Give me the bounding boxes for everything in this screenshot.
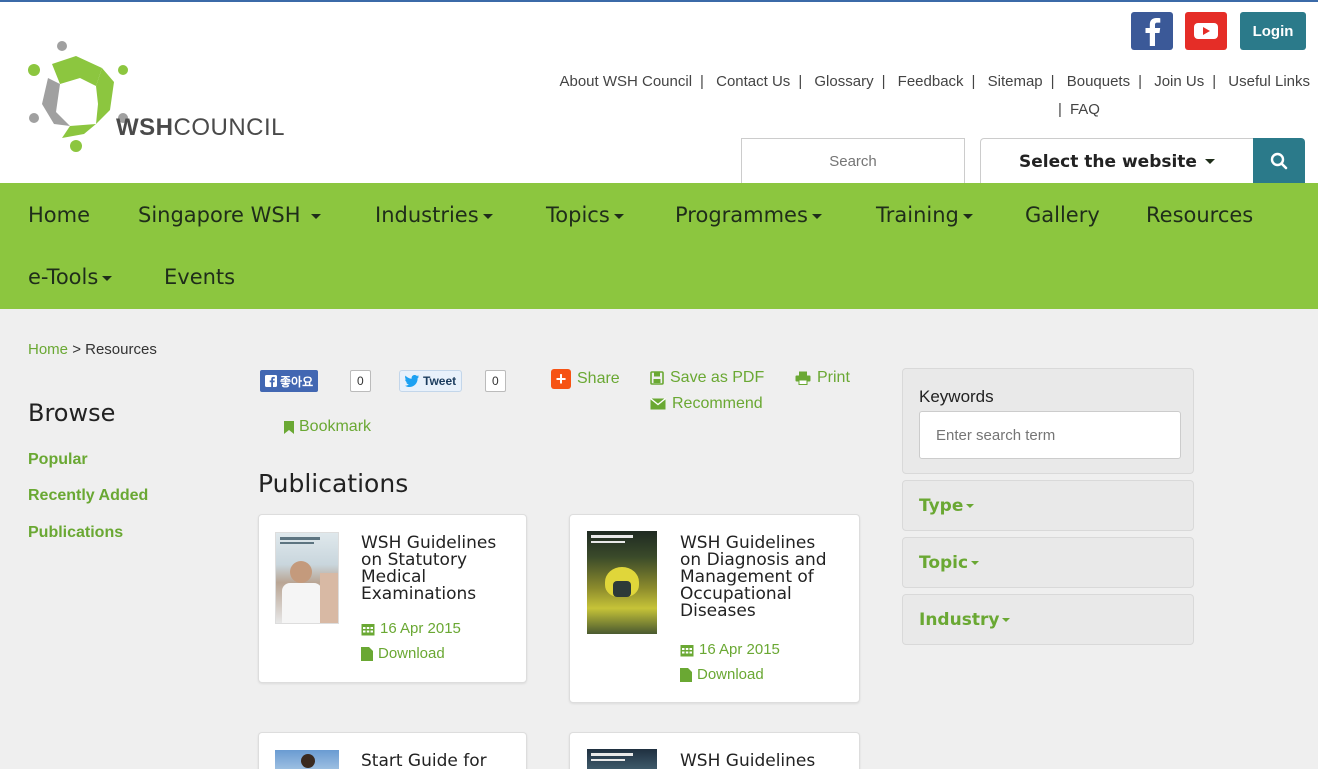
search-button[interactable]	[1253, 138, 1305, 184]
industry-filter-label: Industry	[919, 610, 1011, 630]
chevron-down-icon	[311, 213, 322, 219]
keywords-filter: Keywords	[902, 368, 1194, 474]
nav-industries[interactable]: Industries	[375, 203, 493, 227]
bookmark-link[interactable]: Bookmark	[284, 418, 371, 436]
publication-title[interactable]: WSH Guidelines on Statutory Medical Exam…	[361, 535, 496, 603]
browse-heading: Browse	[28, 399, 116, 427]
keywords-label: Keywords	[919, 387, 994, 406]
utility-links: About WSH Council | Contact Us | Glossary |…	[559, 73, 1310, 118]
logo-text: WSHCOUNCIL	[116, 114, 286, 141]
type-filter-label: Type	[919, 496, 975, 516]
chevron-down-icon	[1002, 618, 1011, 622]
chevron-down-icon	[962, 213, 973, 219]
browse-link-publications[interactable]: Publications	[28, 524, 123, 542]
publication-title[interactable]: WSH Guidelines	[680, 753, 815, 769]
link-useful-links[interactable]: Useful Links	[1228, 73, 1310, 90]
publication-cover-image	[587, 749, 657, 769]
link-about-wsh-council[interactable]: About WSH Council	[559, 73, 692, 90]
browse-link-popular[interactable]: Popular	[28, 451, 88, 469]
industry-filter[interactable]: Industry	[902, 594, 1194, 645]
nav-resources[interactable]: Resources	[1146, 203, 1253, 227]
publication-cover-image	[587, 531, 657, 634]
chevron-down-icon	[966, 504, 975, 508]
floppy-disk-icon	[650, 371, 664, 385]
main-navigation: Home Singapore WSH Industries Topics Pro…	[0, 183, 1318, 309]
plus-icon: +	[551, 369, 571, 389]
nav-training[interactable]: Training	[876, 203, 973, 227]
link-bouquets[interactable]: Bouquets	[1067, 73, 1130, 90]
topic-filter-label: Topic	[919, 553, 980, 573]
link-faq[interactable]: FAQ	[1070, 101, 1100, 118]
publication-date: 16 Apr 2015	[361, 620, 461, 637]
save-as-pdf-link[interactable]: Save as PDF	[650, 369, 764, 387]
publication-title[interactable]: WSH Guidelines on Diagnosis and Manageme…	[680, 535, 827, 620]
type-filter[interactable]: Type	[902, 480, 1194, 531]
publications-heading: Publications	[258, 469, 409, 498]
nav-events[interactable]: Events	[164, 265, 235, 289]
publication-cover-image	[275, 750, 339, 769]
link-glossary[interactable]: Glossary	[814, 73, 873, 90]
nav-topics[interactable]: Topics	[546, 203, 624, 227]
search-icon	[1270, 152, 1288, 170]
chevron-down-icon	[811, 213, 822, 219]
chevron-down-icon	[1204, 159, 1215, 164]
printer-icon	[795, 371, 811, 385]
keywords-input[interactable]	[919, 411, 1181, 459]
publication-date: 16 Apr 2015	[680, 641, 780, 658]
facebook-like-count: 0	[350, 370, 371, 392]
file-icon	[680, 667, 692, 682]
youtube-icon[interactable]	[1185, 12, 1227, 50]
envelope-icon	[650, 398, 666, 410]
select-website-label: Select the website	[1019, 151, 1197, 172]
calendar-icon	[361, 623, 375, 635]
nav-gallery[interactable]: Gallery	[1025, 203, 1100, 227]
twitter-icon	[405, 375, 419, 387]
bookmark-icon	[284, 420, 294, 434]
facebook-icon[interactable]	[1131, 12, 1173, 50]
publication-card[interactable]: Start Guide for	[258, 732, 527, 769]
download-link[interactable]: Download	[361, 645, 445, 662]
tweet-button[interactable]: Tweet	[399, 370, 463, 392]
nav-home[interactable]: Home	[28, 203, 90, 227]
print-link[interactable]: Print	[795, 369, 850, 387]
nav-singapore-wsh[interactable]: Singapore WSH	[138, 203, 322, 227]
recommend-link[interactable]: Recommend	[650, 395, 763, 413]
tweet-count: 0	[485, 370, 506, 392]
breadcrumb-current: Resources	[85, 341, 157, 358]
nav-e-tools[interactable]: e-Tools	[28, 265, 113, 289]
select-website-dropdown[interactable]: Select the website	[980, 138, 1254, 184]
site-header: WSHCOUNCIL Login About WSH Council | Cont…	[0, 2, 1318, 184]
publication-card[interactable]: WSH Guidelines on Statutory Medical Exam…	[258, 514, 527, 683]
calendar-icon	[680, 644, 694, 656]
link-contact-us[interactable]: Contact Us	[716, 73, 790, 90]
main-content: Home > Resources Browse Popular Recently…	[0, 309, 1318, 769]
chevron-down-icon	[971, 561, 980, 565]
publication-cover-image	[275, 532, 339, 624]
wsh-council-logo[interactable]: WSHCOUNCIL	[26, 34, 316, 154]
publication-card[interactable]: WSH Guidelines	[569, 732, 860, 769]
chevron-down-icon	[613, 213, 624, 219]
file-icon	[361, 646, 373, 661]
browse-link-recently-added[interactable]: Recently Added	[28, 487, 148, 505]
facebook-icon	[265, 375, 277, 387]
link-sitemap[interactable]: Sitemap	[988, 73, 1043, 90]
publication-title[interactable]: Start Guide for	[361, 753, 487, 769]
chevron-down-icon	[102, 275, 113, 281]
login-button[interactable]: Login	[1240, 12, 1306, 50]
chevron-down-icon	[482, 213, 493, 219]
download-link[interactable]: Download	[680, 666, 764, 683]
share-link[interactable]: + Share	[551, 369, 620, 389]
breadcrumb: Home > Resources	[28, 341, 157, 358]
nav-programmes[interactable]: Programmes	[675, 203, 822, 227]
search-input[interactable]	[741, 138, 965, 184]
link-feedback[interactable]: Feedback	[898, 73, 964, 90]
breadcrumb-home-link[interactable]: Home	[28, 341, 68, 358]
publication-card[interactable]: WSH Guidelines on Diagnosis and Manageme…	[569, 514, 860, 703]
facebook-like-button[interactable]: 좋아요	[260, 370, 319, 392]
topic-filter[interactable]: Topic	[902, 537, 1194, 588]
link-join-us[interactable]: Join Us	[1154, 73, 1204, 90]
